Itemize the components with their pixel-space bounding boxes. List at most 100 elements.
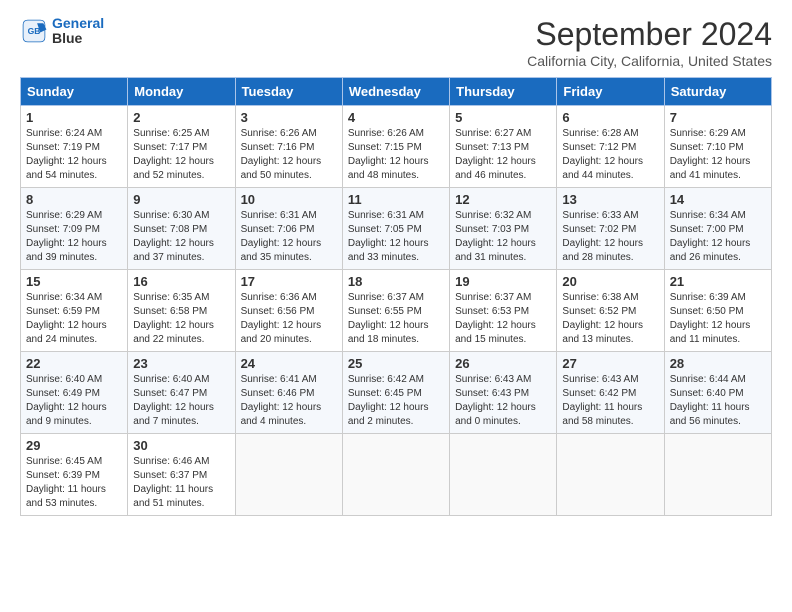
title-block: September 2024 California City, Californ… (527, 16, 772, 69)
calendar-cell: 12Sunrise: 6:32 AMSunset: 7:03 PMDayligh… (450, 188, 557, 270)
calendar-cell (664, 434, 771, 516)
logo: GB General Blue (20, 16, 104, 47)
calendar-cell: 16Sunrise: 6:35 AMSunset: 6:58 PMDayligh… (128, 270, 235, 352)
calendar-cell: 30 Sunrise: 6:46 AMSunset: 6:37 PMDayligh… (128, 434, 235, 516)
calendar-cell: 21 Sunrise: 6:39 AMSunset: 6:50 PMDayligh… (664, 270, 771, 352)
day-number: 4 (348, 110, 444, 125)
day-number: 15 (26, 274, 122, 289)
calendar-cell: 6 Sunrise: 6:28 AMSunset: 7:12 PMDaylight… (557, 106, 664, 188)
cell-info: Sunrise: 6:34 AMSunset: 6:59 PMDaylight:… (26, 291, 122, 347)
calendar-subtitle: California City, California, United Stat… (527, 53, 772, 69)
calendar-cell: 11 Sunrise: 6:31 AMSunset: 7:05 PMDayligh… (342, 188, 449, 270)
calendar-cell: 22Sunrise: 6:40 AMSunset: 6:49 PMDayligh… (21, 352, 128, 434)
calendar-cell: 28Sunrise: 6:44 AMSunset: 6:40 PMDayligh… (664, 352, 771, 434)
cell-info: Sunrise: 6:38 AMSunset: 6:52 PMDaylight:… (562, 291, 658, 347)
day-number: 30 (133, 438, 229, 453)
week-row-1: 8Sunrise: 6:29 AMSunset: 7:09 PMDaylight… (21, 188, 772, 270)
cell-info: Sunrise: 6:37 AMSunset: 6:55 PMDaylight:… (348, 291, 444, 347)
header-friday: Friday (557, 78, 664, 106)
calendar-cell: 17 Sunrise: 6:36 AMSunset: 6:56 PMDayligh… (235, 270, 342, 352)
day-number: 27 (562, 356, 658, 371)
calendar-cell: 7 Sunrise: 6:29 AMSunset: 7:10 PMDaylight… (664, 106, 771, 188)
cell-info: Sunrise: 6:31 AMSunset: 7:05 PMDaylight:… (348, 209, 444, 265)
cell-info: Sunrise: 6:37 AMSunset: 6:53 PMDaylight:… (455, 291, 551, 347)
calendar-cell: 1 Sunrise: 6:24 AMSunset: 7:19 PMDaylight… (21, 106, 128, 188)
day-number: 28 (670, 356, 766, 371)
cell-info: Sunrise: 6:42 AMSunset: 6:45 PMDaylight:… (348, 373, 444, 429)
logo-line2: Blue (52, 31, 104, 46)
day-number: 17 (241, 274, 337, 289)
cell-info: Sunrise: 6:29 AMSunset: 7:09 PMDaylight:… (26, 209, 122, 265)
day-number: 9 (133, 192, 229, 207)
cell-info: Sunrise: 6:28 AMSunset: 7:12 PMDaylight:… (562, 127, 658, 183)
header-saturday: Saturday (664, 78, 771, 106)
day-number: 25 (348, 356, 444, 371)
day-number: 24 (241, 356, 337, 371)
day-number: 2 (133, 110, 229, 125)
day-number: 18 (348, 274, 444, 289)
day-number: 11 (348, 192, 444, 207)
header-sunday: Sunday (21, 78, 128, 106)
day-number: 22 (26, 356, 122, 371)
calendar-cell: 25 Sunrise: 6:42 AMSunset: 6:45 PMDayligh… (342, 352, 449, 434)
calendar-cell: 9 Sunrise: 6:30 AMSunset: 7:08 PMDaylight… (128, 188, 235, 270)
calendar-cell: 20 Sunrise: 6:38 AMSunset: 6:52 PMDayligh… (557, 270, 664, 352)
day-number: 7 (670, 110, 766, 125)
cell-info: Sunrise: 6:34 AMSunset: 7:00 PMDaylight:… (670, 209, 766, 265)
calendar-table: SundayMondayTuesdayWednesdayThursdayFrid… (20, 77, 772, 516)
week-row-0: 1 Sunrise: 6:24 AMSunset: 7:19 PMDaylight… (21, 106, 772, 188)
calendar-cell: 14 Sunrise: 6:34 AMSunset: 7:00 PMDayligh… (664, 188, 771, 270)
cell-info: Sunrise: 6:29 AMSunset: 7:10 PMDaylight:… (670, 127, 766, 183)
page-header: GB General Blue September 2024 Californi… (20, 16, 772, 69)
week-row-3: 22Sunrise: 6:40 AMSunset: 6:49 PMDayligh… (21, 352, 772, 434)
day-number: 1 (26, 110, 122, 125)
day-number: 6 (562, 110, 658, 125)
header-monday: Monday (128, 78, 235, 106)
calendar-cell: 5Sunrise: 6:27 AMSunset: 7:13 PMDaylight… (450, 106, 557, 188)
week-row-2: 15 Sunrise: 6:34 AMSunset: 6:59 PMDayligh… (21, 270, 772, 352)
calendar-cell (450, 434, 557, 516)
cell-info: Sunrise: 6:32 AMSunset: 7:03 PMDaylight:… (455, 209, 551, 265)
day-number: 26 (455, 356, 551, 371)
day-number: 21 (670, 274, 766, 289)
cell-info: Sunrise: 6:39 AMSunset: 6:50 PMDaylight:… (670, 291, 766, 347)
cell-info: Sunrise: 6:30 AMSunset: 7:08 PMDaylight:… (133, 209, 229, 265)
cell-info: Sunrise: 6:40 AMSunset: 6:47 PMDaylight:… (133, 373, 229, 429)
day-number: 3 (241, 110, 337, 125)
cell-info: Sunrise: 6:45 AMSunset: 6:39 PMDaylight:… (26, 455, 122, 511)
week-row-4: 29Sunrise: 6:45 AMSunset: 6:39 PMDayligh… (21, 434, 772, 516)
calendar-cell: 8Sunrise: 6:29 AMSunset: 7:09 PMDaylight… (21, 188, 128, 270)
calendar-cell: 3 Sunrise: 6:26 AMSunset: 7:16 PMDaylight… (235, 106, 342, 188)
day-number: 14 (670, 192, 766, 207)
day-number: 13 (562, 192, 658, 207)
cell-info: Sunrise: 6:24 AMSunset: 7:19 PMDaylight:… (26, 127, 122, 183)
svg-text:GB: GB (28, 27, 41, 37)
calendar-cell: 18 Sunrise: 6:37 AMSunset: 6:55 PMDayligh… (342, 270, 449, 352)
calendar-cell: 13 Sunrise: 6:33 AMSunset: 7:02 PMDayligh… (557, 188, 664, 270)
calendar-cell (235, 434, 342, 516)
logo-text: General Blue (52, 16, 104, 47)
cell-info: Sunrise: 6:36 AMSunset: 6:56 PMDaylight:… (241, 291, 337, 347)
day-number: 16 (133, 274, 229, 289)
day-number: 20 (562, 274, 658, 289)
calendar-cell (557, 434, 664, 516)
calendar-title: September 2024 (527, 16, 772, 53)
header-thursday: Thursday (450, 78, 557, 106)
cell-info: Sunrise: 6:33 AMSunset: 7:02 PMDaylight:… (562, 209, 658, 265)
cell-info: Sunrise: 6:46 AMSunset: 6:37 PMDaylight:… (133, 455, 229, 511)
day-number: 19 (455, 274, 551, 289)
cell-info: Sunrise: 6:43 AMSunset: 6:43 PMDaylight:… (455, 373, 551, 429)
calendar-cell: 2Sunrise: 6:25 AMSunset: 7:17 PMDaylight… (128, 106, 235, 188)
calendar-cell: 29Sunrise: 6:45 AMSunset: 6:39 PMDayligh… (21, 434, 128, 516)
calendar-cell: 19 Sunrise: 6:37 AMSunset: 6:53 PMDayligh… (450, 270, 557, 352)
calendar-header-row: SundayMondayTuesdayWednesdayThursdayFrid… (21, 78, 772, 106)
cell-info: Sunrise: 6:26 AMSunset: 7:16 PMDaylight:… (241, 127, 337, 183)
calendar-cell: 26 Sunrise: 6:43 AMSunset: 6:43 PMDayligh… (450, 352, 557, 434)
cell-info: Sunrise: 6:26 AMSunset: 7:15 PMDaylight:… (348, 127, 444, 183)
day-number: 5 (455, 110, 551, 125)
calendar-cell: 4 Sunrise: 6:26 AMSunset: 7:15 PMDaylight… (342, 106, 449, 188)
logo-line1: General (52, 15, 104, 31)
cell-info: Sunrise: 6:31 AMSunset: 7:06 PMDaylight:… (241, 209, 337, 265)
cell-info: Sunrise: 6:43 AMSunset: 6:42 PMDaylight:… (562, 373, 658, 429)
calendar-cell: 27 Sunrise: 6:43 AMSunset: 6:42 PMDayligh… (557, 352, 664, 434)
